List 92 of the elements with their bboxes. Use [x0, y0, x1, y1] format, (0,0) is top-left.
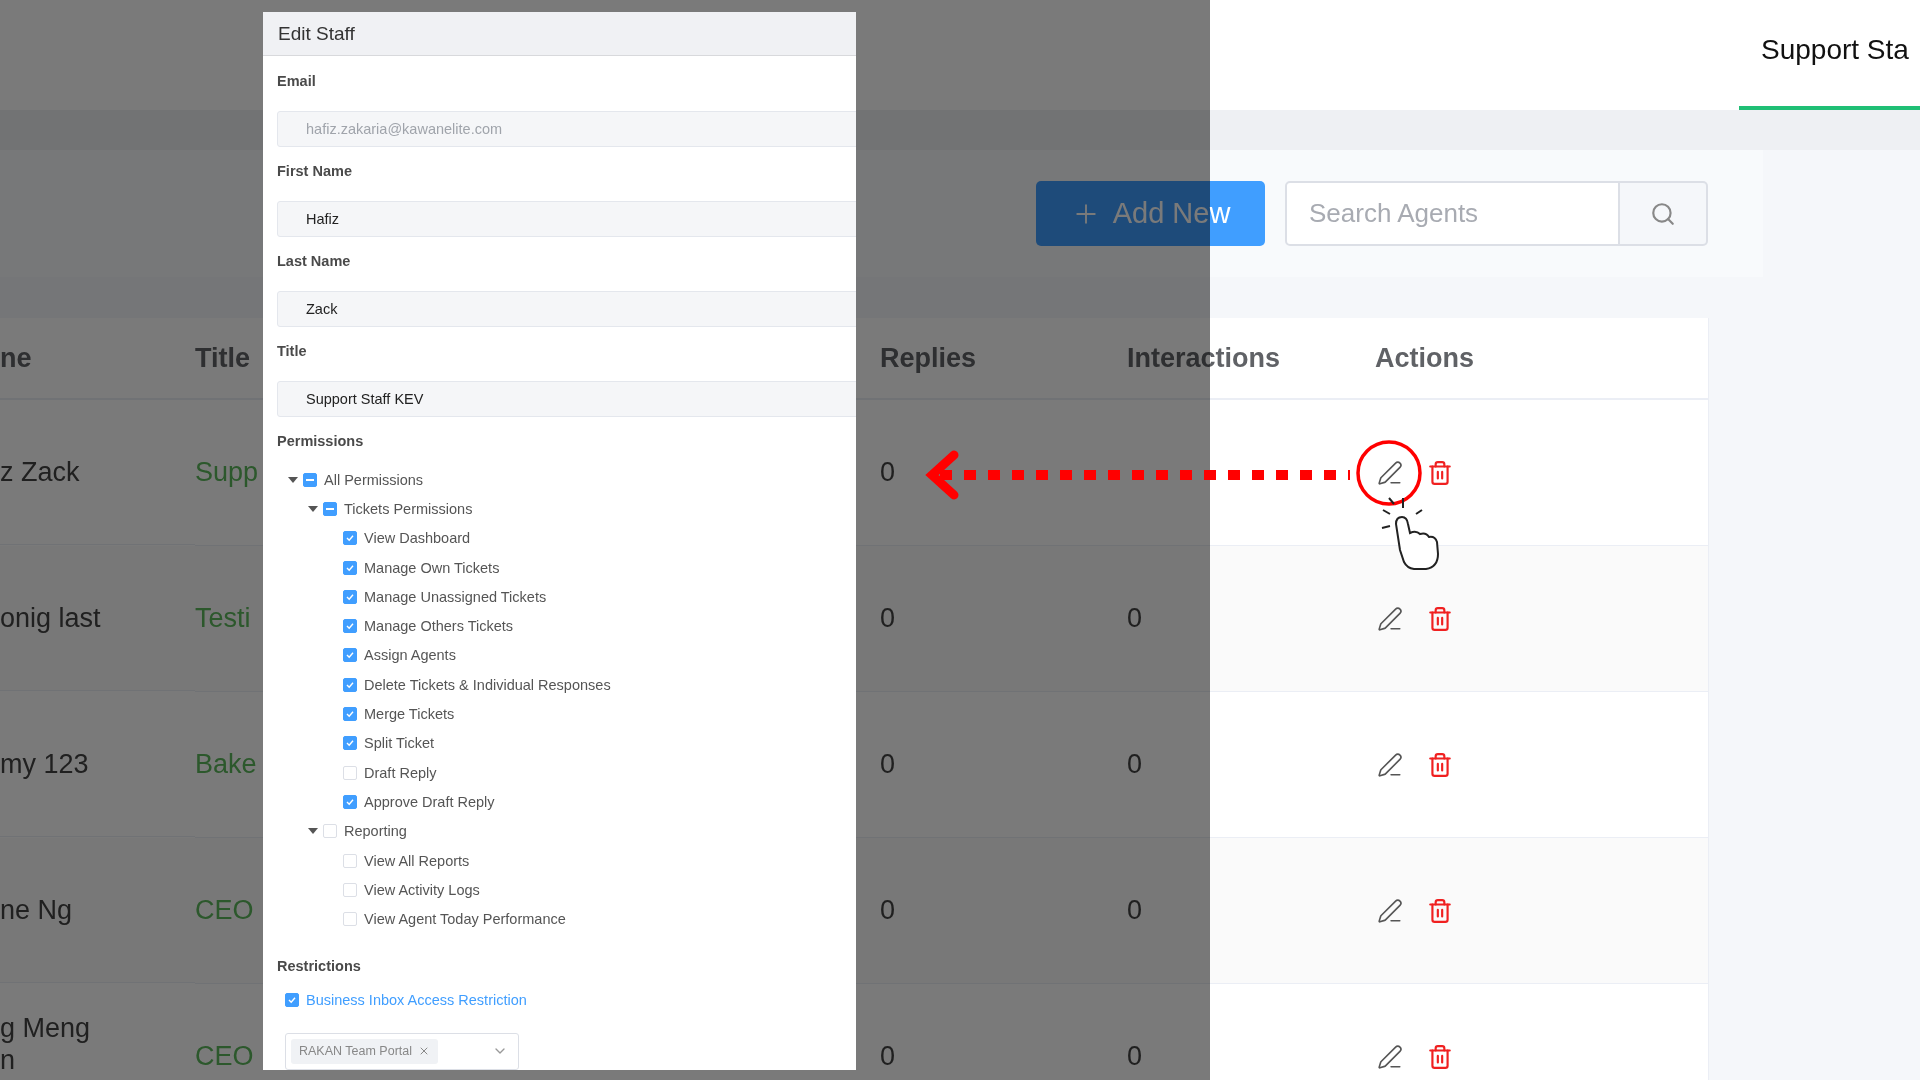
permission-label: View Activity Logs: [364, 881, 480, 898]
permission-label: Assign Agents: [364, 647, 456, 664]
trash-icon: [1427, 605, 1453, 632]
permission-label: Approve Draft Reply: [364, 793, 495, 810]
column-header: Actions: [1375, 342, 1474, 374]
check-icon: [345, 650, 355, 661]
replies-count: 0: [880, 893, 896, 927]
checkbox[interactable]: [343, 736, 357, 751]
checkbox[interactable]: [343, 677, 357, 692]
checkbox[interactable]: [285, 992, 299, 1007]
section-label: Permissions: [277, 433, 365, 451]
search-button[interactable]: [1620, 181, 1708, 246]
field-label: Email: [277, 73, 317, 91]
checkbox[interactable]: [303, 472, 317, 487]
permission-label: Draft Reply: [364, 764, 437, 781]
permission-label: View Agent Today Performance: [364, 911, 566, 928]
trash-icon: [1427, 897, 1453, 924]
check-icon: [345, 533, 355, 544]
permission-label: All Permissions: [324, 471, 424, 488]
staff-title: Supp: [195, 455, 259, 489]
interactions-count: 0: [1127, 1039, 1143, 1073]
permission-label: Manage Others Tickets: [364, 618, 514, 635]
permission-label: Tickets Permissions: [344, 500, 473, 517]
checkbox[interactable]: [343, 619, 357, 634]
checkbox[interactable]: [343, 531, 357, 546]
pen-icon: [1377, 897, 1403, 924]
checkbox[interactable]: [343, 794, 357, 809]
input-field[interactable]: Zack: [277, 291, 856, 327]
section-label: Restrictions: [277, 957, 362, 976]
permission-label: View Dashboard: [364, 530, 471, 547]
search-icon: [1650, 200, 1676, 227]
caret-down-icon[interactable]: [307, 827, 319, 836]
interactions-count: 0: [1127, 601, 1143, 635]
permission-label: View All Reports: [364, 852, 470, 869]
check-icon: [287, 994, 297, 1005]
permission-label: Split Ticket: [364, 735, 435, 752]
trash-icon: [1427, 751, 1453, 778]
check-icon: [345, 796, 355, 807]
check-icon: [345, 738, 355, 749]
dash-icon: [306, 478, 314, 481]
highlight-circle: [1356, 440, 1422, 506]
permission-label: Manage Unassigned Tickets: [364, 588, 547, 605]
staff-name: g Meng: [0, 1012, 91, 1044]
column-header: Replies: [880, 342, 977, 374]
caret-down-icon[interactable]: [287, 475, 299, 484]
staff-title: Testi: [195, 601, 251, 635]
permission-label: Merge Tickets: [364, 706, 455, 722]
search-field[interactable]: Search Agents: [1285, 181, 1620, 246]
checkbox[interactable]: [323, 501, 337, 516]
staff-name: z Zack: [0, 456, 80, 488]
checkbox[interactable]: [343, 589, 357, 604]
dash-icon: [326, 507, 334, 510]
permission-label: Reporting: [344, 823, 407, 840]
modal-title: Edit Staff: [278, 22, 355, 45]
field-label: Title: [277, 343, 308, 361]
check-icon: [345, 562, 355, 573]
trash-icon: [1427, 459, 1453, 486]
interactions-count: 0: [1127, 747, 1143, 781]
check-icon: [345, 679, 355, 690]
staff-title: Bake: [195, 747, 257, 781]
pen-icon: [1377, 751, 1403, 778]
pen-icon: [1377, 1043, 1403, 1070]
pen-icon: [1377, 459, 1403, 486]
field-label: First Name: [277, 163, 353, 181]
permission-label: Manage Own Tickets: [364, 559, 500, 576]
permission-label: Delete Tickets & Individual Responses: [364, 676, 611, 693]
team-tag: RAKAN Team Portal: [291, 1038, 438, 1064]
input-field[interactable]: Support Staff KEV: [277, 381, 856, 417]
checkbox[interactable]: [343, 707, 357, 721]
checkbox[interactable]: [343, 648, 357, 663]
check-icon: [345, 621, 355, 632]
caret-down-icon[interactable]: [307, 504, 319, 513]
trash-icon: [1427, 1043, 1453, 1070]
staff-name: my 123: [0, 748, 89, 780]
staff-title: CEO: [195, 893, 254, 927]
input-field[interactable]: Hafiz: [277, 201, 856, 237]
column-header: ne: [0, 342, 32, 374]
column-header: Title: [195, 342, 250, 374]
replies-count: 0: [880, 601, 896, 635]
replies-count: 0: [880, 1039, 896, 1073]
staff-name: n: [0, 1044, 16, 1076]
replies-count: 0: [880, 455, 896, 489]
staff-title: CEO: [195, 1039, 254, 1073]
pen-icon: [1377, 605, 1403, 632]
staff-name: onig last: [0, 602, 101, 634]
field-label: Last Name: [277, 253, 352, 271]
check-icon: [345, 591, 355, 602]
check-icon: [345, 709, 355, 719]
replies-count: 0: [880, 747, 896, 781]
staff-name: ne Ng: [0, 894, 73, 926]
interactions-count: 0: [1127, 893, 1143, 927]
checkbox[interactable]: [343, 560, 357, 575]
